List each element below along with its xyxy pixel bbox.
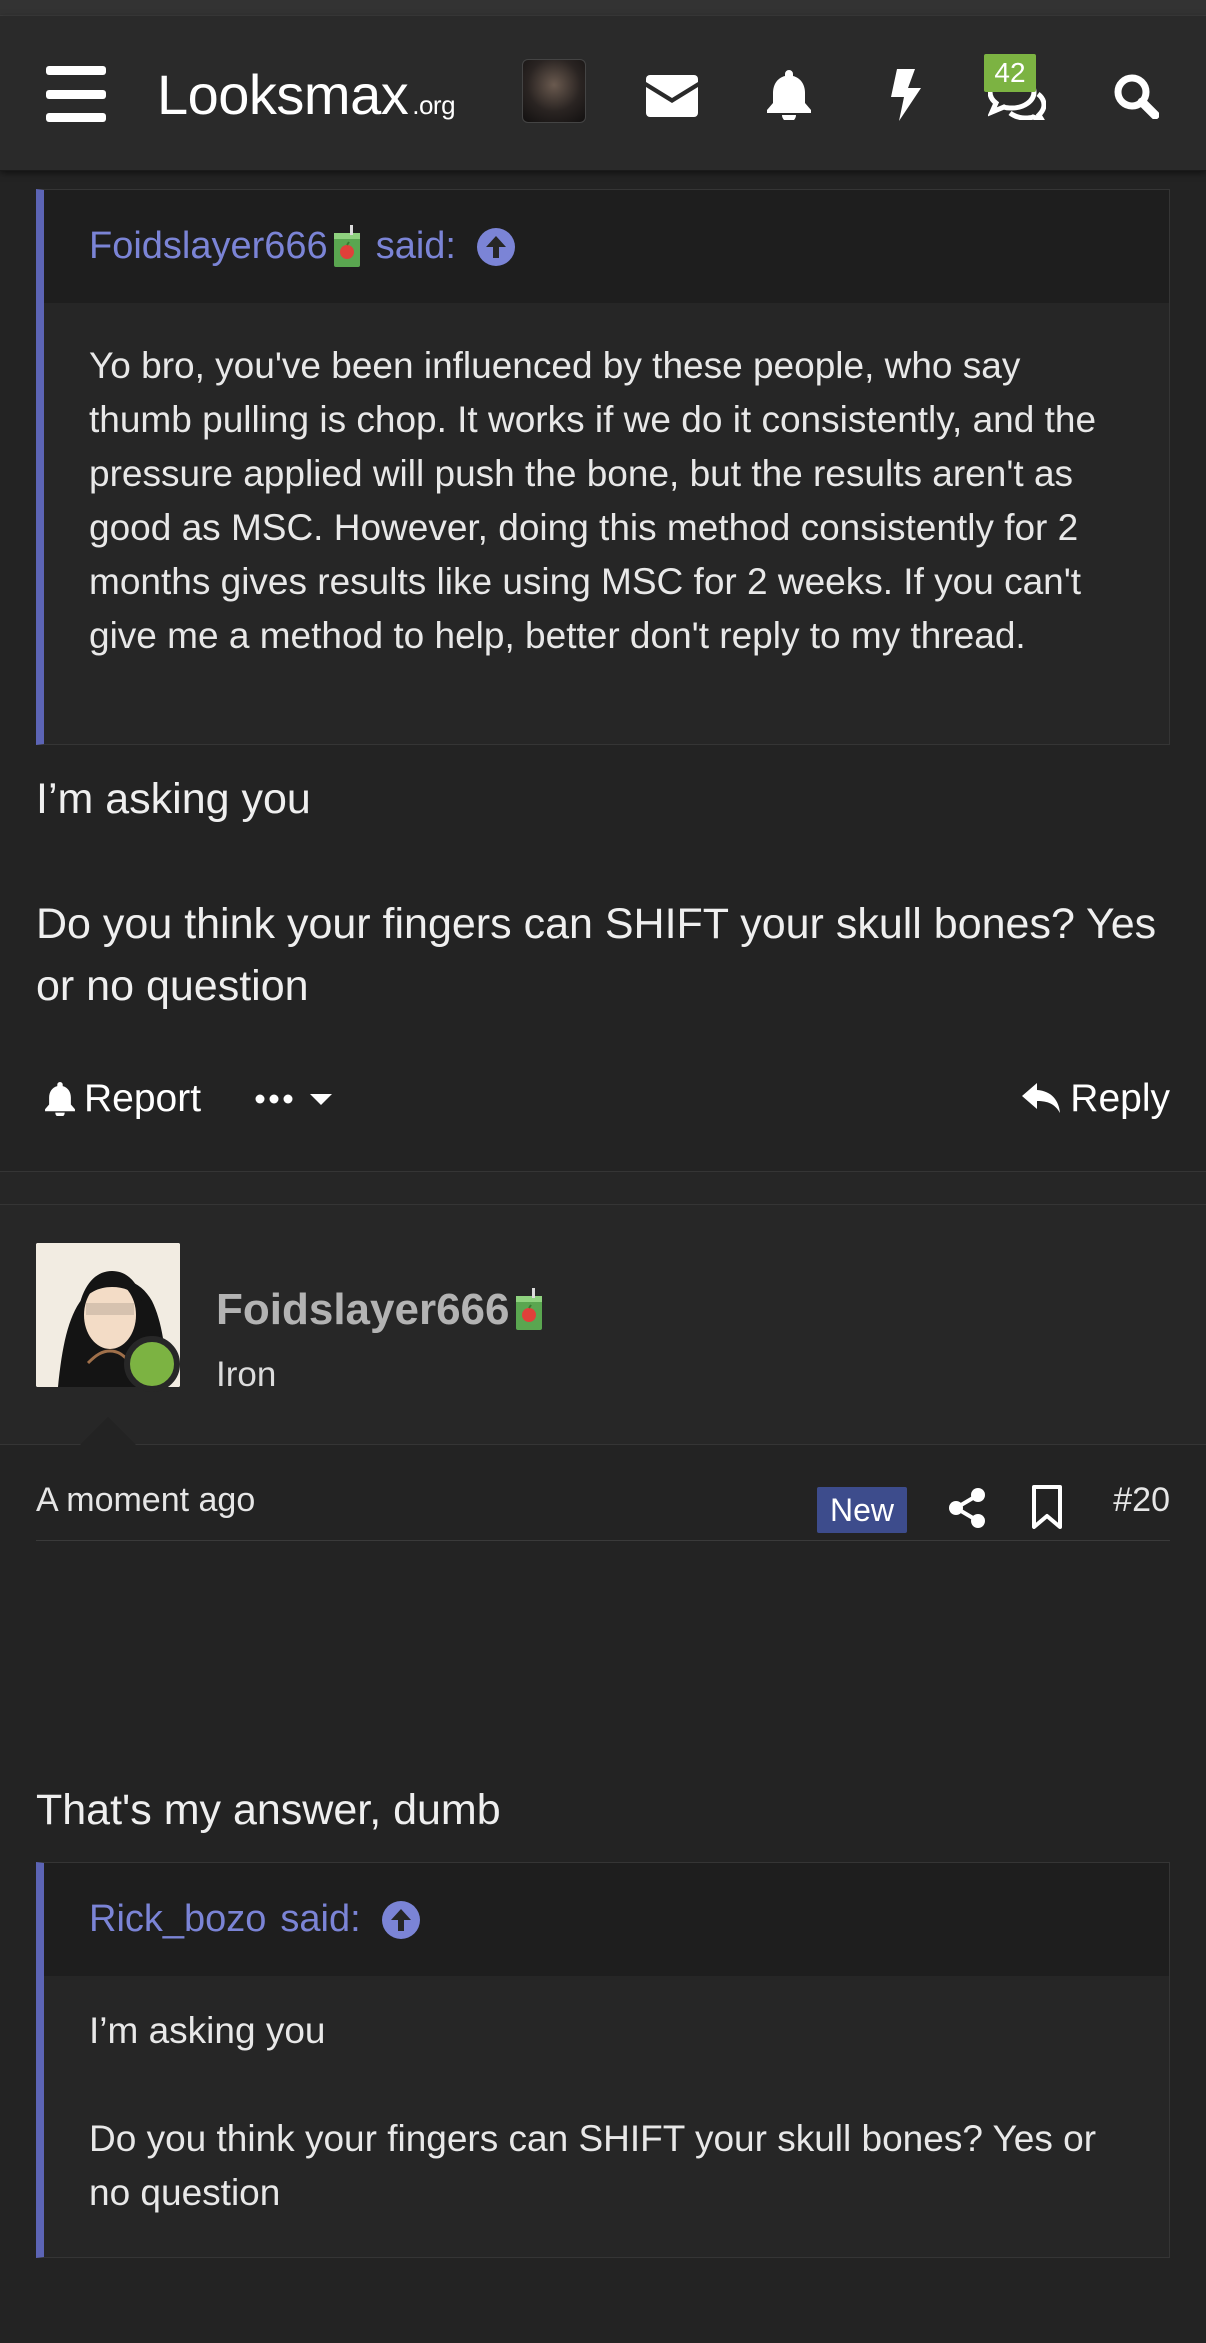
quote-body: I’m asking you Do you think your fingers… xyxy=(44,1976,1169,2256)
username-text: Foidslayer666 xyxy=(216,1285,510,1334)
report-label: Report xyxy=(84,1077,202,1120)
reply-label: Reply xyxy=(1070,1077,1170,1120)
user-title: Iron xyxy=(216,1355,277,1394)
quote-header: Foidslayer666 said: xyxy=(44,190,1169,303)
quote-body: Yo bro, you've been influenced by these … xyxy=(89,345,1097,656)
search-icon[interactable] xyxy=(1108,68,1164,124)
bolt-icon[interactable] xyxy=(884,64,926,126)
quote-block: Foidslayer666 said: Yo bro, you've been … xyxy=(36,189,1170,745)
quote-block: Rick_bozo said: I’m asking you Do you th… xyxy=(36,1862,1170,2258)
quote-header: Rick_bozo said: xyxy=(44,1863,1169,1976)
post-separator xyxy=(0,1171,1206,1205)
post-text-line: That's my answer, dumb xyxy=(36,1786,501,1834)
bookmark-icon[interactable] xyxy=(1031,1485,1063,1529)
hamburger-icon[interactable] xyxy=(44,66,108,122)
ellipsis-chevron-icon xyxy=(255,1094,332,1105)
logo-suffix: .org xyxy=(412,89,456,120)
post-actions: Report Reply xyxy=(36,1069,1170,1129)
quote-body-line: I’m asking you xyxy=(89,2010,326,2051)
report-button[interactable]: Report xyxy=(44,1069,201,1129)
header-pointer xyxy=(80,1417,136,1445)
reply-icon xyxy=(1022,1083,1061,1113)
quote-author-link[interactable]: Rick_bozo xyxy=(89,1898,266,1941)
logo-main: Looksmax xyxy=(157,62,409,126)
reply-button[interactable]: Reply xyxy=(1022,1069,1170,1129)
online-status-indicator xyxy=(124,1336,180,1392)
post-number-link[interactable]: #20 xyxy=(1113,1481,1170,1520)
account-avatar[interactable] xyxy=(522,59,586,123)
envelope-icon[interactable] xyxy=(644,68,700,124)
status-strip xyxy=(0,0,1206,16)
jump-to-quote-icon[interactable] xyxy=(381,1900,421,1940)
more-options-button[interactable] xyxy=(254,1069,334,1129)
bell-icon xyxy=(45,1082,75,1116)
chat-count-badge: 42 xyxy=(984,54,1036,92)
post-timestamp[interactable]: A moment ago xyxy=(36,1481,255,1520)
quote-body-line: Do you think your fingers can SHIFT your… xyxy=(89,2118,1097,2213)
juicebox-icon xyxy=(333,224,360,267)
top-navbar: Looksmax .org 42 xyxy=(0,16,1206,171)
juicebox-icon xyxy=(515,1288,542,1330)
site-logo[interactable]: Looksmax .org xyxy=(157,62,456,126)
post-user-header: Foidslayer666 Iron xyxy=(0,1205,1206,1445)
post-text-line: Do you think your fingers can SHIFT your… xyxy=(36,900,1157,1010)
next-actions-partial xyxy=(36,2321,1170,2343)
bell-icon[interactable] xyxy=(762,66,816,124)
jump-to-quote-icon[interactable] xyxy=(476,227,516,267)
post-text-line: I’m asking you xyxy=(36,775,311,823)
post-username[interactable]: Foidslayer666 xyxy=(216,1285,544,1335)
share-icon[interactable] xyxy=(947,1487,987,1529)
post-meta-bar: A moment ago New #20 xyxy=(36,1471,1170,1541)
quote-said-label: said: xyxy=(375,225,456,267)
quote-author-link[interactable]: Foidslayer666 xyxy=(89,225,328,268)
new-badge: New xyxy=(817,1487,907,1533)
quote-said-label: said: xyxy=(280,1898,361,1940)
